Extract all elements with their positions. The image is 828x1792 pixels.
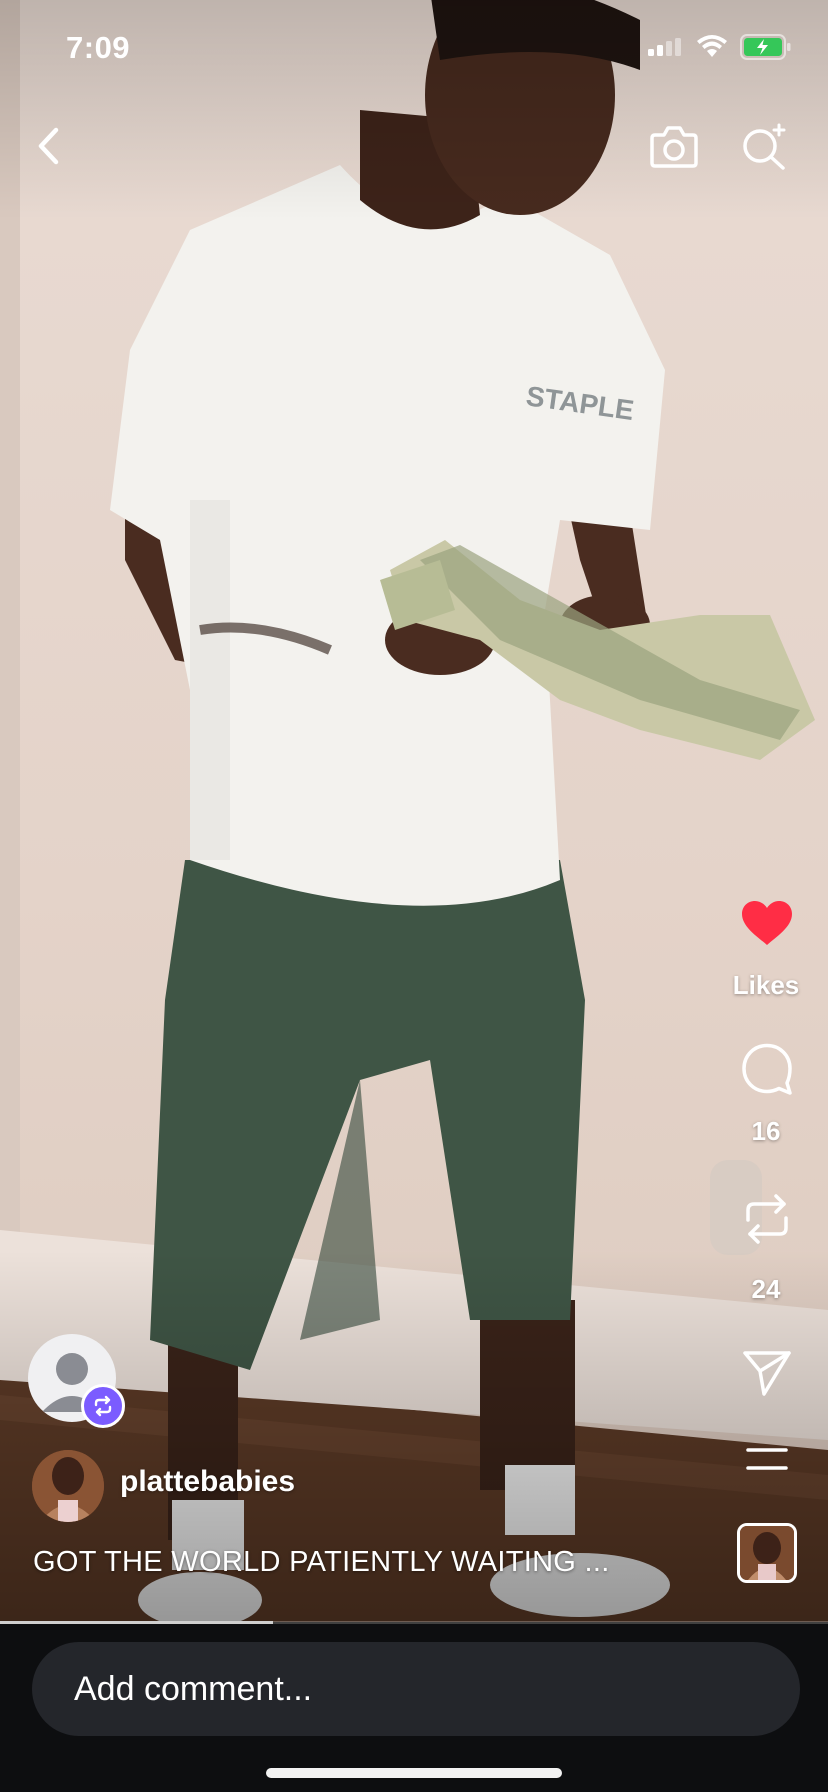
camera-button[interactable] [648, 120, 700, 172]
audio-thumbnail[interactable] [737, 1523, 797, 1583]
reel-screen: STAPLE 7:09 Likes 16 24 plattebabies GOT… [0, 0, 828, 1792]
repost-badge-icon [94, 1395, 112, 1417]
wifi-icon [697, 35, 727, 57]
author-avatar-image [32, 1450, 104, 1522]
like-button[interactable] [738, 896, 796, 950]
repost-icon [746, 1194, 788, 1244]
comments-count: 16 [751, 1116, 781, 1146]
more-options-button[interactable] [744, 1446, 790, 1472]
reposts-count: 24 [751, 1274, 781, 1304]
menu-icon [746, 1448, 788, 1470]
repost-button[interactable] [740, 1190, 794, 1248]
camera-icon [650, 126, 698, 168]
battery-charging-icon [740, 34, 791, 60]
cellular-signal-icon [648, 38, 681, 56]
comment-placeholder: Add comment... [74, 1670, 313, 1708]
status-icons [648, 34, 792, 60]
send-icon [743, 1351, 791, 1396]
comment-icon [742, 1043, 792, 1095]
repost-badge [81, 1384, 125, 1428]
author-avatar[interactable] [32, 1450, 104, 1522]
author-username[interactable]: plattebabies [120, 1465, 295, 1499]
back-button[interactable] [28, 124, 68, 168]
likes-label[interactable]: Likes [721, 970, 811, 1001]
search-button[interactable] [738, 120, 790, 172]
back-chevron-icon [38, 127, 59, 165]
audio-thumbnail-image [740, 1526, 794, 1580]
comment-input[interactable]: Add comment... [32, 1642, 800, 1736]
status-time: 7:09 [66, 30, 131, 65]
reel-video[interactable]: STAPLE [0, 0, 828, 1622]
share-button[interactable] [740, 1346, 794, 1400]
heart-icon [742, 901, 792, 945]
comment-bar: Add comment... [0, 1624, 828, 1792]
comment-button[interactable] [740, 1042, 794, 1096]
post-caption[interactable]: GOT THE WORLD PATIENTLY WAITING ... [33, 1546, 610, 1579]
search-icon [743, 123, 786, 170]
home-indicator[interactable] [266, 1768, 562, 1778]
